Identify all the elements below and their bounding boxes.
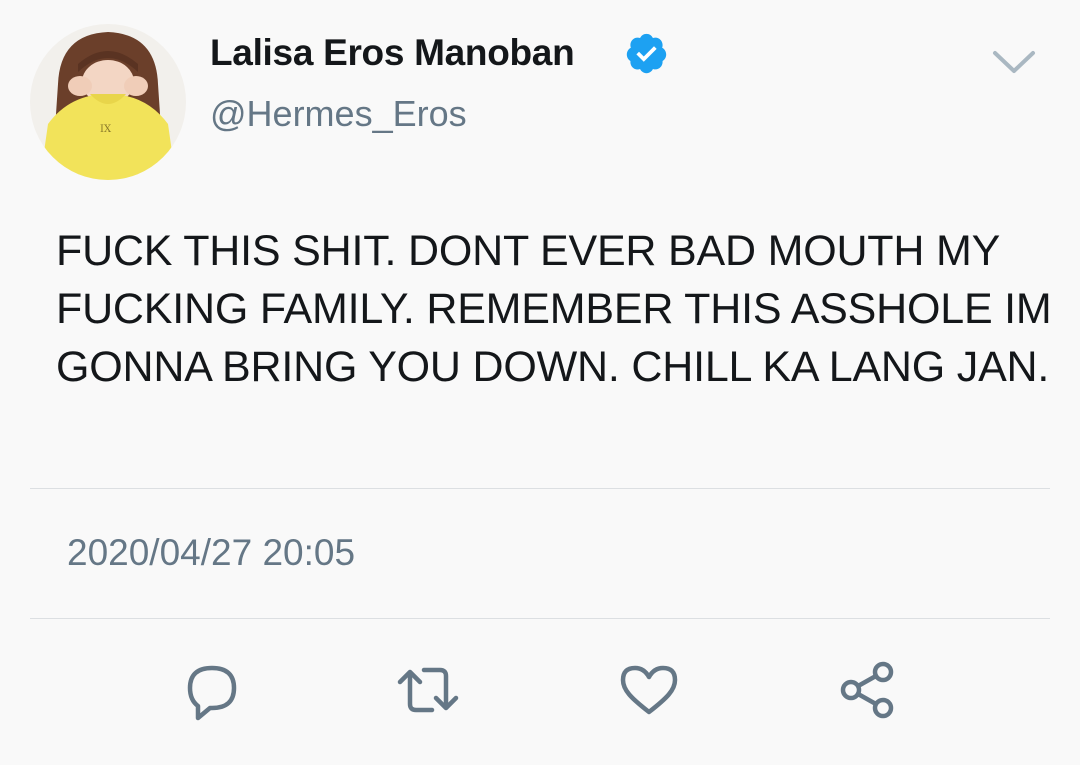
like-button[interactable] — [617, 658, 681, 722]
user-handle[interactable]: @Hermes_Eros — [210, 93, 467, 135]
divider — [30, 488, 1050, 489]
retweet-button[interactable] — [396, 658, 460, 722]
heart-icon — [620, 665, 678, 715]
share-icon — [840, 661, 894, 719]
chevron-down-icon[interactable] — [991, 47, 1037, 77]
tweet-card: IX Lalisa Eros Manoban @Hermes_Eros FUCK… — [0, 0, 1080, 765]
reply-icon — [187, 665, 237, 721]
avatar[interactable]: IX — [30, 24, 186, 180]
divider — [30, 618, 1050, 619]
share-button[interactable] — [835, 658, 899, 722]
verified-badge-icon — [624, 31, 669, 76]
retweet-icon — [397, 667, 459, 713]
avatar-shirt-text: IX — [100, 124, 112, 135]
display-name[interactable]: Lalisa Eros Manoban — [210, 32, 575, 74]
avatar-image: IX — [30, 24, 186, 180]
timestamp[interactable]: 2020/04/27 20:05 — [67, 532, 355, 574]
tweet-text: FUCK THIS SHIT. DONT EVER BAD MOUTH MY F… — [56, 227, 1052, 391]
reply-button[interactable] — [180, 658, 244, 722]
